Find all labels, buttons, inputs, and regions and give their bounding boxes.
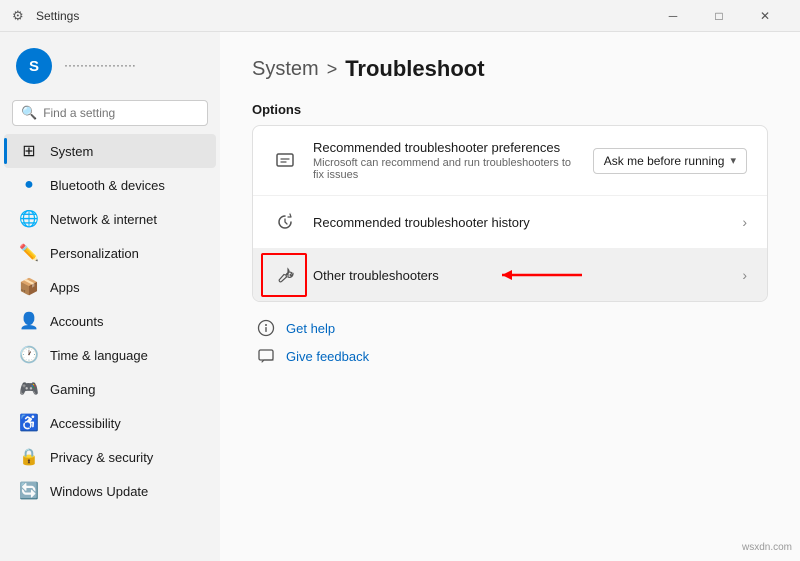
section-title: Options [252,102,768,117]
minimize-button[interactable]: ─ [650,0,696,32]
bluetooth-icon: ● [20,176,38,194]
sidebar-item-system[interactable]: ⊞ System [4,134,216,168]
maximize-button[interactable]: □ [696,0,742,32]
give-feedback-icon [256,346,276,366]
sidebar-item-privacy[interactable]: 🔒 Privacy & security [4,440,216,474]
history-icon [273,210,297,234]
search-box[interactable]: 🔍 [12,100,208,126]
sidebar-item-bluetooth[interactable]: ● Bluetooth & devices [4,168,216,202]
ask-before-running-dropdown[interactable]: Ask me before running ▾ [593,148,747,174]
user-profile: S ·················· [0,40,220,96]
option-recommended-history[interactable]: Recommended troubleshooter history › [253,196,767,249]
titlebar: ⚙ Settings ─ □ ✕ [0,0,800,32]
avatar: S [16,48,52,84]
window-controls: ─ □ ✕ [650,0,788,32]
chevron-right-icon: › [742,267,747,283]
links-section: Get help Give feedback [252,318,768,366]
chevron-right-icon: › [742,214,747,230]
option-other-troubleshooters[interactable]: Other troubleshooters › [253,249,767,301]
sidebar-item-personalization[interactable]: ✏️ Personalization [4,236,216,270]
chevron-down-icon: ▾ [730,154,736,167]
sidebar-item-label: Accounts [50,314,103,329]
sidebar-item-gaming[interactable]: 🎮 Gaming [4,372,216,406]
sidebar-item-label: Apps [50,280,80,295]
sidebar-item-label: Personalization [50,246,139,261]
sidebar-item-label: Privacy & security [50,450,153,465]
search-icon: 🔍 [21,105,37,121]
options-panel: Recommended troubleshooter preferences M… [252,125,768,302]
option-recommended-prefs-right: Ask me before running ▾ [593,148,747,174]
search-input[interactable] [43,106,199,120]
option-recommended-prefs[interactable]: Recommended troubleshooter preferences M… [253,126,767,196]
sidebar-item-label: Gaming [50,382,96,397]
main-content: System > Troubleshoot Options Recommende… [220,32,800,561]
sidebar-item-label: System [50,144,93,159]
personalization-icon: ✏️ [20,244,38,262]
accessibility-icon: ♿ [20,414,38,432]
sidebar-item-label: Windows Update [50,484,148,499]
option-recommended-history-text: Recommended troubleshooter history [313,215,726,230]
get-help-label: Get help [286,321,335,336]
gaming-icon: 🎮 [20,380,38,398]
titlebar-title: Settings [36,9,650,23]
option-recommended-prefs-text: Recommended troubleshooter preferences M… [313,140,577,181]
apps-icon: 📦 [20,278,38,296]
sidebar-item-label: Bluetooth & devices [50,178,165,193]
option-other-troubleshooters-text: Other troubleshooters [313,268,726,283]
sidebar-item-update[interactable]: 🔄 Windows Update [4,474,216,508]
troubleshooter-prefs-icon [273,149,297,173]
get-help-link[interactable]: Get help [256,318,768,338]
watermark: wsxdn.com [742,542,792,553]
option-recommended-history-title: Recommended troubleshooter history [313,215,726,230]
sidebar-item-network[interactable]: 🌐 Network & internet [4,202,216,236]
wrench-icon [273,263,297,287]
dropdown-label: Ask me before running [604,154,725,168]
give-feedback-link[interactable]: Give feedback [256,346,768,366]
user-name: ·················· [64,58,136,74]
window-content: S ·················· 🔍 ⊞ System ● Blueto… [0,32,800,561]
privacy-icon: 🔒 [20,448,38,466]
option-recommended-prefs-subtitle: Microsoft can recommend and run troubles… [313,157,577,181]
settings-app-icon: ⚙ [12,8,28,24]
accounts-icon: 👤 [20,312,38,330]
sidebar-item-label: Accessibility [50,416,121,431]
option-recommended-history-right: › [742,214,747,230]
sidebar-item-time[interactable]: 🕐 Time & language [4,338,216,372]
sidebar-item-apps[interactable]: 📦 Apps [4,270,216,304]
time-icon: 🕐 [20,346,38,364]
network-icon: 🌐 [20,210,38,228]
update-icon: 🔄 [20,482,38,500]
close-button[interactable]: ✕ [742,0,788,32]
option-other-troubleshooters-title: Other troubleshooters [313,268,726,283]
sidebar-item-accessibility[interactable]: ♿ Accessibility [4,406,216,440]
breadcrumb-parent: System [252,58,319,81]
sidebar-item-label: Time & language [50,348,148,363]
sidebar-item-label: Network & internet [50,212,157,227]
breadcrumb: System > Troubleshoot [252,56,768,82]
option-recommended-prefs-title: Recommended troubleshooter preferences [313,140,577,155]
get-help-icon [256,318,276,338]
option-other-troubleshooters-right: › [742,267,747,283]
settings-window: ⚙ Settings ─ □ ✕ S ·················· 🔍 … [0,0,800,561]
sidebar: S ·················· 🔍 ⊞ System ● Blueto… [0,32,220,561]
breadcrumb-separator: > [327,59,338,80]
sidebar-item-accounts[interactable]: 👤 Accounts [4,304,216,338]
breadcrumb-current: Troubleshoot [345,56,484,82]
system-icon: ⊞ [20,142,38,160]
give-feedback-label: Give feedback [286,349,369,364]
